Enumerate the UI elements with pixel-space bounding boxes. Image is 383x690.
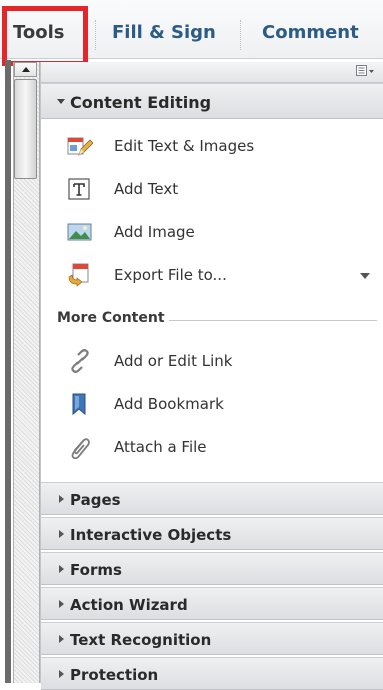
tools-panel: Content Editing Edit Text & Images Add T… [40, 62, 383, 690]
section-title: Content Editing [70, 93, 212, 112]
link-icon [71, 349, 89, 373]
section-interactive-objects[interactable]: Interactive Objects [41, 517, 383, 550]
tool-label: Add Bookmark [114, 395, 224, 413]
tool-label: Attach a File [114, 438, 207, 456]
tool-attach-file[interactable]: Attach a File [67, 433, 367, 463]
section-pages[interactable]: Pages [41, 482, 383, 515]
paperclip-icon [71, 438, 90, 459]
tool-add-bookmark[interactable]: Add Bookmark [67, 390, 367, 420]
collapsed-triangle-icon [59, 530, 64, 538]
tool-label: Add or Edit Link [114, 352, 233, 370]
add-image-icon [67, 223, 92, 241]
collapsed-triangle-icon [59, 600, 64, 608]
tab-fill-sign[interactable]: Fill & Sign [112, 22, 216, 43]
tab-bar: Tools Fill & Sign Comment [0, 0, 383, 66]
chevron-down-icon[interactable] [360, 273, 370, 280]
section-title: Pages [70, 491, 121, 509]
scroll-thumb[interactable] [14, 79, 37, 179]
tab-comment[interactable]: Comment [262, 22, 359, 43]
collapsed-triangle-icon [59, 495, 64, 503]
export-file-icon [68, 263, 89, 287]
tool-label: Edit Text & Images [114, 137, 255, 155]
more-content-heading: More Content [57, 310, 165, 326]
divider [169, 320, 377, 321]
section-text-recognition[interactable]: Text Recognition [41, 622, 383, 655]
tool-add-image[interactable]: Add Image [67, 218, 367, 248]
expanded-triangle-icon [57, 99, 65, 104]
scroll-up-button[interactable] [14, 62, 37, 77]
section-title: Protection [70, 666, 159, 684]
panel-toolbar [41, 62, 383, 83]
section-title: Action Wizard [70, 596, 188, 614]
tool-label: Add Text [114, 180, 179, 198]
edit-text-images-icon [67, 137, 93, 156]
tool-add-edit-link[interactable]: Add or Edit Link [67, 347, 367, 377]
panel-options-icon[interactable] [356, 65, 376, 78]
tool-label: Export File to... [114, 266, 227, 284]
section-protection[interactable]: Protection [41, 657, 383, 690]
collapsed-triangle-icon [59, 670, 64, 678]
bookmark-icon [72, 393, 86, 416]
tools-highlight-box [2, 6, 88, 66]
tool-export-file[interactable]: Export File to... [67, 261, 370, 291]
collapsed-triangle-icon [59, 565, 64, 573]
collapsed-triangle-icon [59, 635, 64, 643]
section-forms[interactable]: Forms [41, 552, 383, 585]
scrollbar[interactable] [13, 62, 40, 683]
tool-add-text[interactable]: Add Text [67, 175, 367, 205]
section-title: Interactive Objects [70, 526, 232, 544]
tab-separator [95, 20, 97, 50]
section-action-wizard[interactable]: Action Wizard [41, 587, 383, 620]
section-title: Text Recognition [70, 631, 212, 649]
pane-divider[interactable] [5, 60, 11, 683]
tool-label: Add Image [114, 223, 195, 241]
section-title: Forms [70, 561, 122, 579]
tab-separator [240, 20, 242, 50]
add-text-icon [68, 178, 90, 200]
tool-edit-text-images[interactable]: Edit Text & Images [67, 132, 367, 162]
section-content-editing[interactable]: Content Editing [41, 83, 383, 119]
